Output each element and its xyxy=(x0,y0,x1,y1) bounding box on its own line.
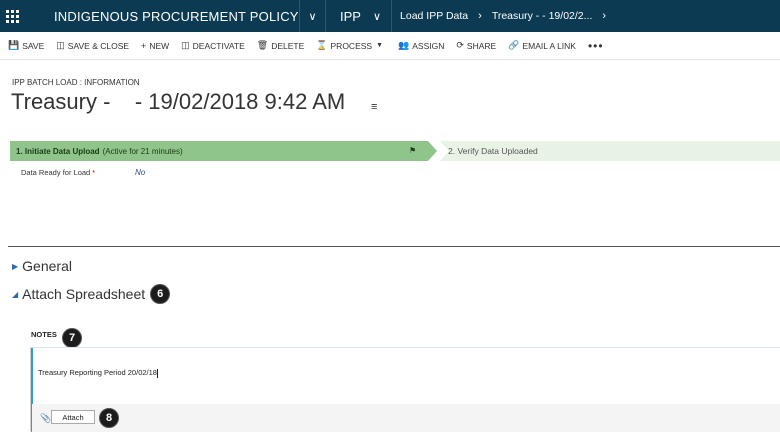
share-label: SHARE xyxy=(466,40,497,51)
stage-arrow xyxy=(428,141,437,161)
save-close-button[interactable]: ◫ SAVE & CLOSE xyxy=(56,40,129,51)
save-button[interactable]: 💾 SAVE xyxy=(8,40,44,51)
text-caret xyxy=(156,368,158,378)
chevron-down-icon[interactable]: ∨ xyxy=(300,0,326,32)
expand-icon: ▶ xyxy=(12,261,19,271)
callout-badge-8: 8 xyxy=(99,408,119,428)
command-bar: 💾 SAVE ◫ SAVE & CLOSE + NEW ◫ DEACTIVATE… xyxy=(0,32,780,60)
data-ready-label: Data Ready for Load * xyxy=(21,168,95,177)
save-label: SAVE xyxy=(22,40,45,51)
paperclip-icon: 📎 xyxy=(40,413,52,423)
delete-label: DELETE xyxy=(271,40,305,51)
deactivate-label: DEACTIVATE xyxy=(192,40,245,51)
data-ready-field[interactable]: No xyxy=(135,168,145,177)
entity-form-label: IPP BATCH LOAD : INFORMATION xyxy=(12,78,140,87)
business-process-bar: 1. Initiate Data Upload (Active for 21 m… xyxy=(10,141,780,161)
deactivate-button[interactable]: ◫ DEACTIVATE xyxy=(181,40,245,51)
notes-label: NOTES xyxy=(31,330,57,339)
callout-badge-6: 6 xyxy=(150,284,171,304)
app-launcher-button[interactable] xyxy=(0,0,24,32)
hourglass-icon: ⌛ xyxy=(316,40,328,50)
chevron-down-icon: ∨ xyxy=(372,10,382,23)
flag-icon: ⚑ xyxy=(409,146,417,155)
stage1-name: 1. Initiate Data Upload xyxy=(16,146,100,156)
save-icon: 💾 xyxy=(8,40,20,50)
section-attach-spreadsheet[interactable]: ◢ Attach Spreadsheet 6 xyxy=(12,284,171,304)
assign-button[interactable]: 👥 ASSIGN xyxy=(398,40,444,51)
notes-input[interactable]: Treasury Reporting Period 20/02/18 xyxy=(38,368,158,378)
area-label: IPP xyxy=(340,8,361,24)
waffle-icon xyxy=(5,9,19,23)
app-title[interactable]: INDIGENOUS PROCUREMENT POLICY xyxy=(24,0,300,32)
assign-label: ASSIGN xyxy=(412,40,445,51)
plus-icon: + xyxy=(141,40,147,51)
data-ready-label-text: Data Ready for Load xyxy=(21,168,91,177)
breadcrumb-record[interactable]: Treasury - - 19/02/2... xyxy=(484,0,601,32)
area-selector[interactable]: IPP ∨ xyxy=(326,0,393,32)
trash-icon: 🗑 xyxy=(256,40,269,50)
section-general[interactable]: ▶ General xyxy=(12,258,72,274)
process-stage-initiate[interactable]: 1. Initiate Data Upload (Active for 21 m… xyxy=(10,141,428,161)
process-stage-verify[interactable]: 2. Verify Data Uploaded xyxy=(440,141,780,161)
required-marker: * xyxy=(92,168,96,177)
notes-footer: 📎 Attach 8 xyxy=(32,404,780,432)
process-label: PROCESS xyxy=(330,40,373,51)
caret-down-icon: ▼ xyxy=(376,42,384,49)
notes-text: Treasury Reporting Period 20/02/18 xyxy=(38,368,157,377)
form-selector-icon[interactable]: ≡ xyxy=(371,101,377,113)
attach-button[interactable]: Attach xyxy=(51,410,95,424)
chevron-right-icon[interactable]: › xyxy=(600,10,608,22)
deactivate-icon: ◫ xyxy=(181,40,190,50)
stage1-status: (Active for 21 minutes) xyxy=(102,146,183,156)
section-general-title: General xyxy=(22,258,72,274)
collapse-icon: ◢ xyxy=(12,289,19,299)
share-button[interactable]: ⟳ SHARE xyxy=(456,40,496,51)
process-button[interactable]: ⌛ PROCESS ▼ xyxy=(316,40,386,51)
breadcrumb-load-ipp-data[interactable]: Load IPP Data xyxy=(392,0,476,32)
new-label: NEW xyxy=(149,40,170,51)
save-close-label: SAVE & CLOSE xyxy=(67,40,130,51)
stage2-name: 2. Verify Data Uploaded xyxy=(448,146,538,156)
divider xyxy=(8,246,780,247)
new-button[interactable]: + NEW xyxy=(141,41,169,51)
email-link-button[interactable]: 🔗 EMAIL A LINK xyxy=(508,40,576,51)
record-title: Treasury - - 19/02/2018 9:42 AM xyxy=(11,89,346,114)
notes-panel: Treasury Reporting Period 20/02/18 📎 Att… xyxy=(30,347,780,432)
delete-button[interactable]: 🗑 DELETE xyxy=(257,40,305,51)
share-icon: ⟳ xyxy=(456,40,464,50)
stage-notch xyxy=(440,141,449,161)
more-commands-button[interactable]: ••• xyxy=(588,39,604,53)
link-icon: 🔗 xyxy=(508,40,520,50)
assign-icon: 👥 xyxy=(398,40,410,50)
chevron-right-icon: › xyxy=(478,10,482,22)
section-attach-title: Attach Spreadsheet xyxy=(22,286,146,302)
email-link-label: EMAIL A LINK xyxy=(522,40,576,51)
top-nav-bar: INDIGENOUS PROCUREMENT POLICY ∨ IPP ∨ Lo… xyxy=(0,0,780,32)
callout-badge-7: 7 xyxy=(62,328,82,348)
save-close-icon: ◫ xyxy=(56,40,65,50)
